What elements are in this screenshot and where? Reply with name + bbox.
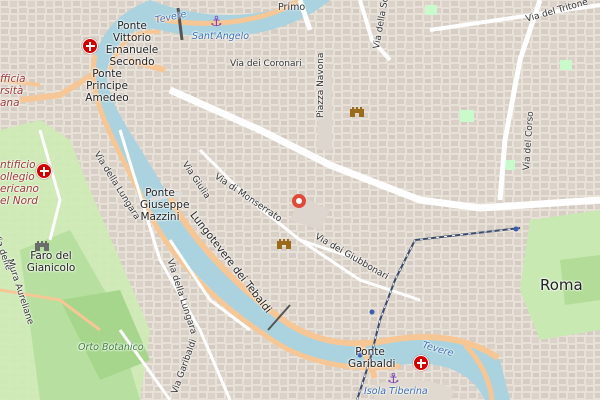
label-left-cut-2: rsità bbox=[0, 85, 24, 97]
label-left-cut-7: el Nord bbox=[0, 195, 38, 207]
label-left-cut-4: ntificio bbox=[0, 159, 36, 171]
label-ponte-mazzini: Ponte Giuseppe Mazzini bbox=[140, 187, 190, 223]
label-faro: Faro del Gianicolo bbox=[26, 250, 76, 274]
hospital-icon[interactable] bbox=[36, 163, 52, 179]
anchor-icon[interactable]: ⚓ bbox=[387, 372, 400, 386]
label-via-dei-coronari: Via dei Coronari bbox=[230, 59, 302, 69]
label-ponte-vittorio: Ponte Vittorio Emanuele Secondo bbox=[105, 20, 159, 68]
label-isola-tiberina: Isola Tiberina bbox=[364, 386, 428, 397]
label-left-cut-1: fficia bbox=[0, 73, 26, 85]
label-left-cut-6: ericano bbox=[0, 183, 39, 195]
label-left-cut-5: ollegio bbox=[0, 171, 35, 183]
map-viewport[interactable]: Primo Tevere Via del Tritone Sant'Angelo… bbox=[0, 0, 600, 400]
anchor-icon[interactable]: ⚓ bbox=[210, 15, 223, 29]
castle-icon[interactable] bbox=[350, 106, 364, 117]
label-ponte-garibaldi: Ponte Garibaldi bbox=[348, 346, 396, 370]
castle-icon[interactable] bbox=[35, 240, 49, 251]
hospital-icon[interactable] bbox=[413, 355, 429, 371]
label-roma: Roma bbox=[540, 276, 583, 294]
castle-icon[interactable] bbox=[277, 238, 291, 249]
label-piazza-navona: Piazza Navona bbox=[316, 52, 326, 118]
location-marker-icon[interactable] bbox=[292, 194, 306, 208]
label-primo: Primo bbox=[278, 2, 306, 13]
hospital-icon[interactable] bbox=[82, 38, 98, 54]
label-sant-angelo: Sant'Angelo bbox=[192, 31, 250, 42]
label-ponte-principe: Ponte Principe Amedeo bbox=[85, 68, 129, 104]
label-left-cut-3: ana bbox=[0, 97, 20, 109]
label-orto-botanico: Orto Botanico bbox=[78, 342, 144, 353]
